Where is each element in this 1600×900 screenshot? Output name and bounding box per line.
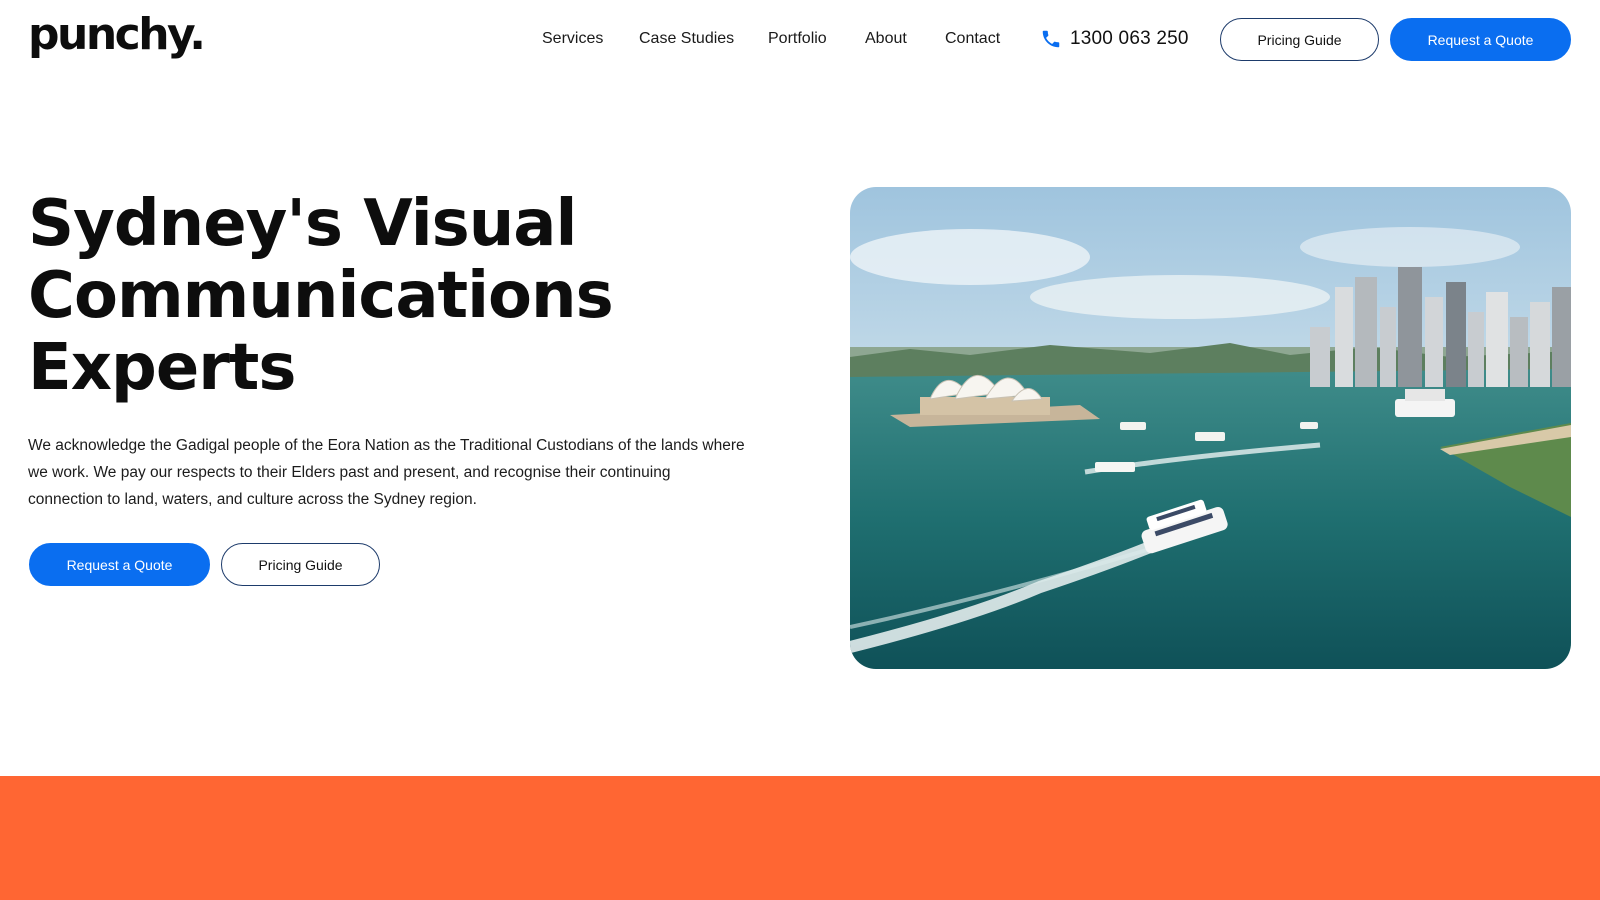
site-header: punchy. Services Case Studies Portfolio … bbox=[0, 0, 1600, 80]
phone-icon bbox=[1040, 28, 1062, 50]
hero-title-line: Experts bbox=[28, 331, 296, 405]
hero-title-line: Communications bbox=[28, 259, 614, 333]
sydney-harbour-image bbox=[850, 187, 1571, 669]
hero-request-quote-button[interactable]: Request a Quote bbox=[29, 543, 210, 586]
phone-number: 1300 063 250 bbox=[1070, 28, 1189, 49]
acknowledgement-text: We acknowledge the Gadigal people of the… bbox=[28, 437, 745, 508]
header-request-quote-button[interactable]: Request a Quote bbox=[1390, 18, 1571, 61]
nav-item-about[interactable]: About bbox=[865, 27, 907, 51]
hero-title: Sydney's Visual Communications Experts bbox=[28, 188, 748, 404]
phone-link[interactable]: 1300 063 250 bbox=[1040, 24, 1189, 54]
nav-item-services[interactable]: Services bbox=[542, 27, 603, 51]
nav-item-portfolio[interactable]: Portfolio bbox=[768, 27, 827, 51]
header-pricing-guide-button[interactable]: Pricing Guide bbox=[1220, 18, 1379, 61]
nav-item-contact[interactable]: Contact bbox=[945, 27, 1000, 51]
hero-title-line: Sydney's Visual bbox=[28, 187, 577, 261]
nav-item-case-studies[interactable]: Case Studies bbox=[639, 27, 734, 51]
hero-pricing-guide-button[interactable]: Pricing Guide bbox=[221, 543, 380, 586]
orange-section-band bbox=[0, 776, 1600, 900]
